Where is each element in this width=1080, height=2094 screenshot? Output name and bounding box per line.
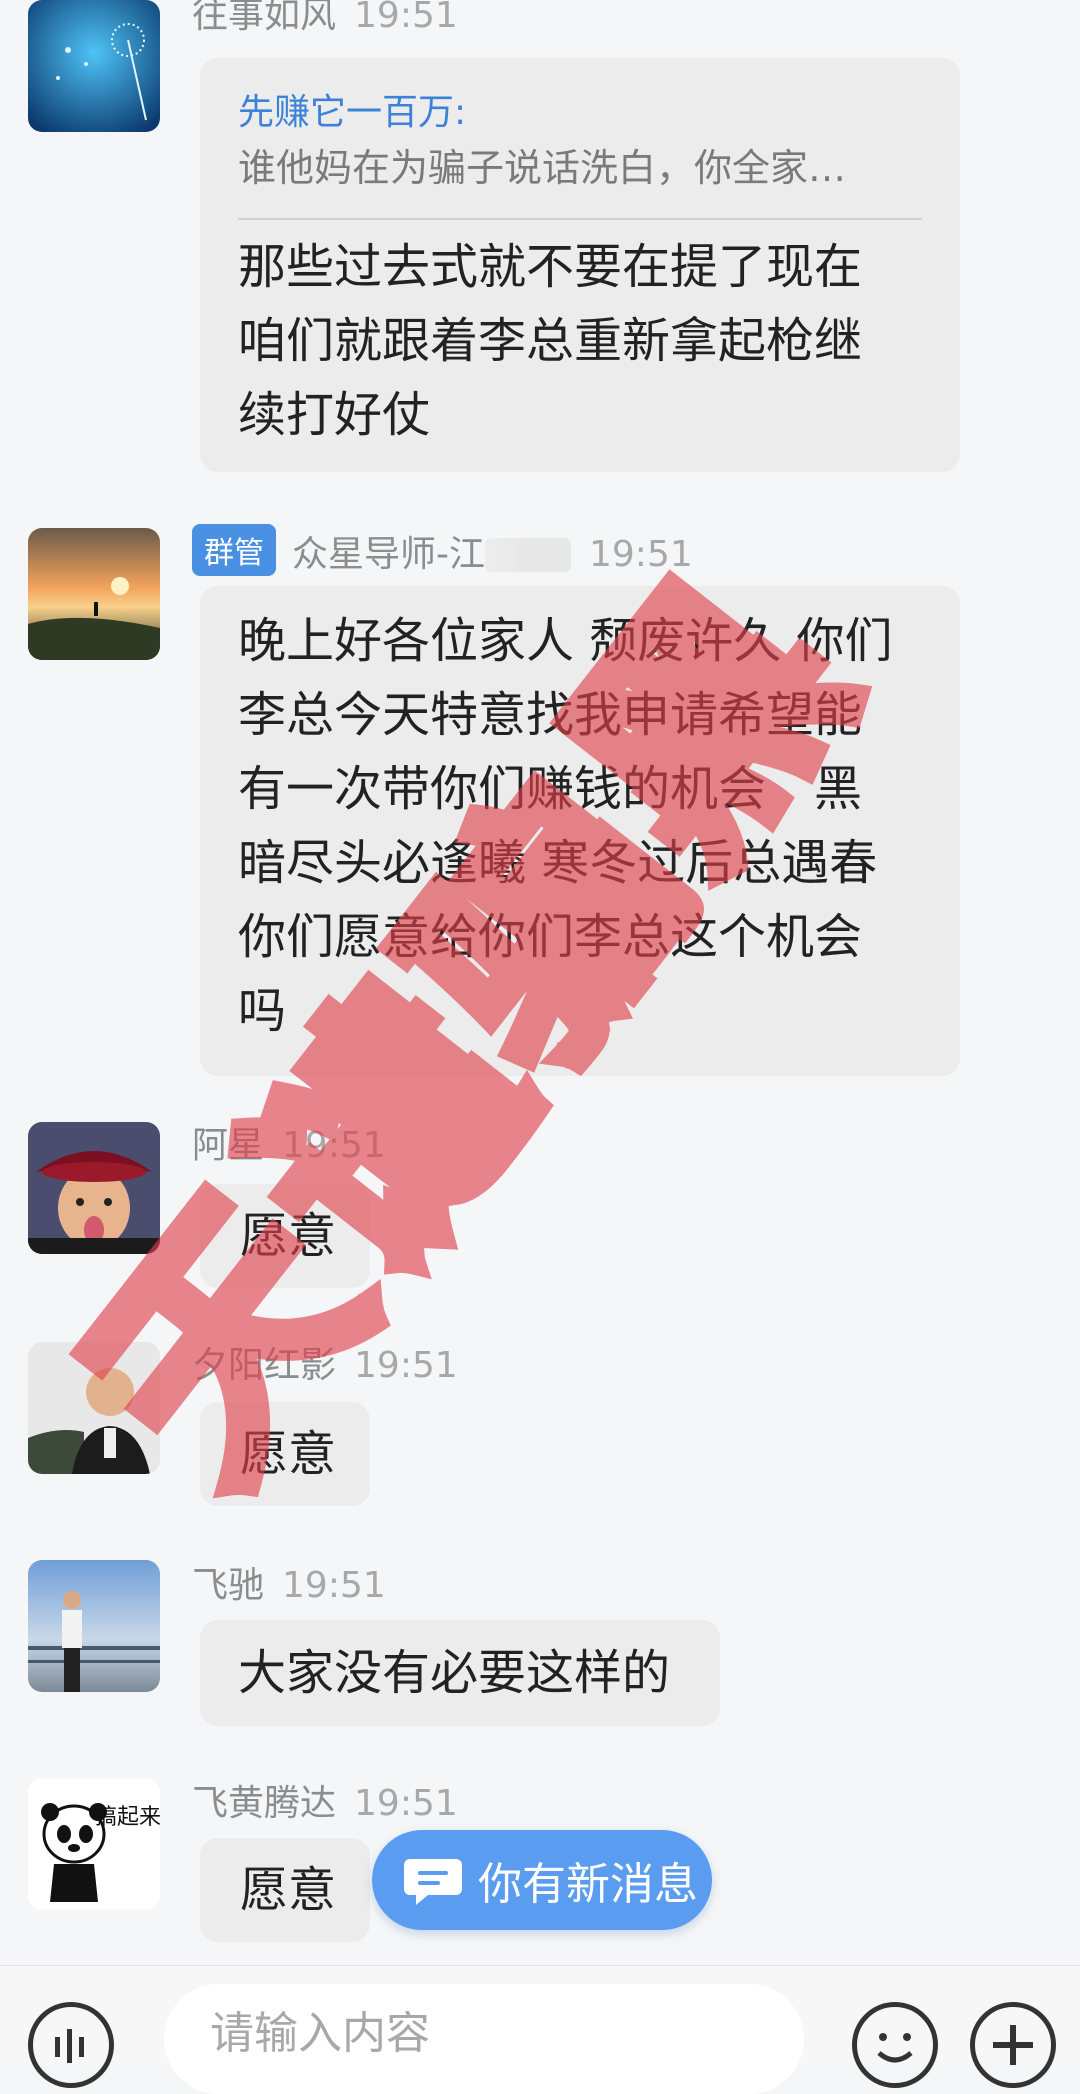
avatar[interactable] — [28, 0, 160, 132]
sender-name[interactable]: 飞黄腾达 — [192, 1783, 336, 1824]
man-portrait-avatar-image — [28, 1342, 160, 1474]
message-line: 咱们就跟着李总重新拿起枪继 — [238, 313, 863, 369]
message-bubble[interactable]: 大家没有必要这样的 — [200, 1620, 720, 1726]
message-line: 晚上好各位家人 颓废许久 你们 — [238, 613, 893, 669]
sender-name[interactable]: 众星导师-江 — [292, 534, 485, 575]
new-message-button[interactable]: 你有新消息 — [372, 1830, 712, 1930]
avatar[interactable] — [28, 1560, 160, 1692]
dandelion-avatar-image — [28, 0, 160, 132]
avatar[interactable] — [28, 1342, 160, 1474]
message-bubble[interactable]: 晚上好各位家人 颓废许久 你们 李总今天特意找我申请希望能 有一次带你们赚钱的机… — [200, 586, 960, 1076]
chat-history[interactable]: 往事如风 19:51 先赚它一百万: 谁他妈在为骗子说话洗白，你全家… 那些过去式… — [0, 0, 1080, 1965]
sender-meta: 往事如风 19:51 — [192, 0, 458, 38]
sender-meta: 夕阳红影 19:51 — [192, 1336, 458, 1388]
sender-meta: 飞驰 19:51 — [192, 1556, 386, 1608]
message-time: 19:51 — [282, 1565, 386, 1606]
avatar[interactable] — [28, 1122, 160, 1254]
avatar-text: 搞起来 — [95, 1805, 160, 1830]
hat-man-avatar-image — [28, 1122, 160, 1254]
voice-icon — [55, 2029, 84, 2063]
message-time: 19:51 — [282, 1125, 386, 1166]
message-bubble[interactable]: 先赚它一百万: 谁他妈在为骗子说话洗白，你全家… 那些过去式就不要在提了现在 咱… — [200, 58, 960, 472]
message-time: 19:51 — [354, 0, 458, 36]
message-input[interactable]: 请输入内容 — [164, 1984, 804, 2094]
bridge-avatar-image — [28, 1560, 160, 1692]
sender-name[interactable]: 阿星 — [192, 1125, 264, 1166]
input-bar: 请输入内容 — [0, 1965, 1080, 2094]
sender-meta: 飞黄腾达 19:51 — [192, 1774, 458, 1826]
sender-meta: 群管 众星导师-江 19:51 — [192, 524, 693, 577]
input-placeholder: 请输入内容 — [210, 2008, 430, 2059]
message-time: 19:51 — [354, 1345, 458, 1386]
message-line: 愿意 — [240, 1208, 337, 1264]
sunset-avatar-image — [28, 528, 160, 660]
quoted-sender: 先赚它一百万: — [238, 92, 467, 133]
message-line: 续打好仗 — [238, 387, 431, 443]
message-bubble[interactable]: 愿意 — [200, 1402, 370, 1506]
message-line: 你们愿意给你们李总这个机会 — [238, 909, 863, 965]
avatar[interactable] — [28, 528, 160, 660]
sender-name[interactable]: 夕阳红影 — [192, 1345, 336, 1386]
message-time: 19:51 — [589, 534, 693, 575]
message-bubble[interactable]: 愿意 — [200, 1838, 370, 1942]
message-line: 李总今天特意找我申请希望能 — [238, 687, 863, 743]
message-line: 暗尽头必逢曦 寒冬过后总遇春 — [238, 835, 878, 891]
sender-name[interactable]: 往事如风 — [192, 0, 336, 36]
smile-icon — [877, 2033, 913, 2063]
message-line: 有一次带你们赚钱的机会 黑 — [238, 761, 863, 817]
chat-bubble-icon — [404, 1859, 462, 1905]
sender-meta: 阿星 19:51 — [192, 1116, 386, 1168]
message-line: 愿意 — [240, 1426, 337, 1482]
quoted-text: 谁他妈在为骗子说话洗白，你全家… — [238, 146, 847, 190]
voice-button[interactable] — [28, 2002, 114, 2088]
message-line: 吗 — [238, 983, 287, 1039]
emoji-button[interactable] — [852, 2002, 938, 2088]
redacted-name-part — [485, 538, 571, 572]
message-time: 19:51 — [354, 1783, 458, 1824]
quote-divider — [238, 218, 922, 220]
plus-button[interactable] — [970, 2002, 1056, 2088]
message-line: 愿意 — [240, 1862, 337, 1918]
plus-icon — [993, 2025, 1033, 2065]
avatar[interactable]: 搞起来 — [28, 1778, 160, 1910]
admin-badge: 群管 — [192, 524, 276, 576]
message-line: 大家没有必要这样的 — [238, 1645, 671, 1701]
new-message-label: 你有新消息 — [478, 1859, 698, 1910]
message-line: 那些过去式就不要在提了现在 — [238, 239, 863, 295]
panda-avatar-image: 搞起来 — [28, 1778, 160, 1910]
sender-name[interactable]: 飞驰 — [192, 1565, 264, 1606]
message-bubble[interactable]: 愿意 — [200, 1184, 370, 1288]
